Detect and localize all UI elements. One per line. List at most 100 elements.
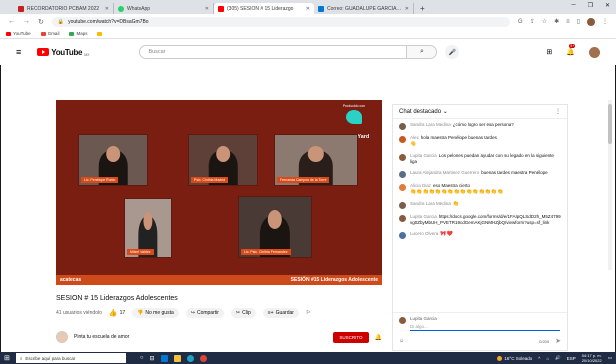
share-label: Compartir bbox=[196, 310, 219, 316]
share-button[interactable]: ↪ Compartir bbox=[185, 308, 224, 318]
chat-author: Laura Alejandra Martinez Guerrero bbox=[410, 170, 480, 175]
weather-text: 16°C Soleado bbox=[504, 355, 533, 361]
composer-author: Lupita Garcia bbox=[410, 316, 437, 321]
bookmark-drive[interactable] bbox=[97, 31, 103, 36]
chrome-icon[interactable] bbox=[199, 354, 207, 362]
weather-widget[interactable]: 16°C Soleado bbox=[497, 355, 533, 361]
more-options-icon[interactable]: ⋮ bbox=[555, 108, 561, 115]
tab-close-icon[interactable]: ✕ bbox=[405, 6, 409, 12]
windows-start-icon[interactable]: ⊞ bbox=[4, 354, 10, 362]
browser-tab-active[interactable]: (305) SESION # 15 Liderazgo ✕ bbox=[214, 3, 314, 14]
chat-avatar bbox=[399, 123, 406, 130]
whatsapp-favicon-icon bbox=[118, 5, 124, 12]
edge-icon[interactable] bbox=[186, 354, 194, 362]
tab-close-icon[interactable]: ✕ bbox=[105, 6, 109, 12]
taskbar-apps: ○ ⊟ bbox=[140, 354, 207, 362]
close-icon[interactable]: ✕ bbox=[605, 2, 610, 9]
restore-icon[interactable]: ❐ bbox=[588, 2, 593, 9]
search-input[interactable]: Buscar bbox=[139, 45, 408, 59]
tab-label: RECORDATORIO PCBAM 2022 bbox=[27, 5, 100, 12]
create-video-icon[interactable]: ⊞ bbox=[546, 48, 552, 56]
bookmark-maps[interactable]: Maps bbox=[69, 31, 87, 36]
bookmark-star-icon[interactable]: ☆ bbox=[542, 18, 547, 25]
task-view-icon[interactable]: ○ bbox=[140, 355, 144, 362]
taskbar-search-input[interactable]: ⌕ Escribe aquí para buscar bbox=[15, 353, 126, 363]
browser-tab[interactable]: Correo: GUADALUPE GARCIA CO ✕ bbox=[314, 3, 414, 14]
scissors-icon: ✂ bbox=[235, 310, 241, 316]
file-explorer-icon[interactable] bbox=[173, 354, 181, 362]
browser-menu-icon[interactable]: ⋮ bbox=[602, 18, 608, 25]
volume-icon[interactable]: 🔊 bbox=[555, 355, 561, 361]
notification-center-icon[interactable]: ▭ bbox=[608, 355, 612, 361]
browser-tab[interactable]: RECORDATORIO PCBAM 2022 ✕ bbox=[14, 3, 114, 14]
tab-label: Correo: GUADALUPE GARCIA CO bbox=[327, 5, 402, 12]
minimize-icon[interactable]: ─ bbox=[571, 2, 575, 9]
language-indicator[interactable]: ESP bbox=[567, 356, 576, 361]
channel-avatar[interactable] bbox=[56, 331, 68, 343]
tab-close-icon[interactable]: ✕ bbox=[205, 6, 209, 12]
network-icon[interactable]: ⌂ bbox=[546, 356, 549, 361]
chat-mode-label: Chat destacado bbox=[399, 109, 442, 115]
channel-name[interactable]: Pinta tu escuela de amor bbox=[74, 334, 129, 340]
browser-tab[interactable]: WhatsApp ✕ bbox=[114, 3, 214, 14]
chat-mode-dropdown[interactable]: Chat destacado ⌄ bbox=[399, 108, 448, 115]
browser-toolbar-icons: G ⇪ ☆ ✱ ≡ ▯ ⋮ bbox=[518, 17, 608, 26]
chat-message: Sandra Lara Medina 👏 bbox=[399, 201, 561, 209]
voice-search-button[interactable]: 🎤 bbox=[445, 45, 460, 59]
like-button[interactable]: 👍 17 bbox=[109, 309, 125, 317]
emoji-picker-icon[interactable]: ☺ bbox=[399, 338, 404, 344]
video-player[interactable]: Producido con StreamYard Lic. Penélope R… bbox=[56, 100, 382, 285]
back-icon[interactable]: ← bbox=[8, 18, 15, 25]
chat-author: Lupita Garcia bbox=[410, 153, 437, 158]
url-input[interactable]: 🔒 youtube.com/watch?v=DBsaGm7Bo bbox=[51, 16, 511, 27]
clip-label: Clip bbox=[242, 310, 251, 316]
google-lens-icon[interactable]: G bbox=[518, 19, 523, 25]
tab-close-icon[interactable]: ✕ bbox=[306, 6, 310, 12]
chat-emoji: 👋 bbox=[410, 141, 417, 147]
forward-icon[interactable]: → bbox=[23, 18, 30, 25]
search-icon: ⌕ bbox=[419, 48, 424, 55]
save-button[interactable]: ≡+ Guardar bbox=[262, 308, 299, 318]
clip-button[interactable]: ✂ Clip bbox=[230, 308, 256, 318]
subscribe-button[interactable]: SUSCRITO bbox=[333, 331, 369, 343]
clock[interactable]: 04:17 p. m. 20/10/2022 bbox=[582, 353, 602, 363]
maps-icon bbox=[69, 31, 75, 36]
menu-icon[interactable]: ≡ bbox=[16, 47, 21, 57]
chat-message: Sandra Lara Medina ¿cómo logro ser esa pe… bbox=[399, 122, 561, 130]
new-tab-button[interactable]: + bbox=[414, 3, 431, 14]
notifications-button[interactable]: 🔔 9+ bbox=[566, 44, 576, 56]
channel-bell-icon[interactable]: 🔔 bbox=[375, 334, 382, 341]
extensions-icon[interactable]: ✱ bbox=[554, 18, 559, 25]
report-flag-icon[interactable]: ⚐ bbox=[306, 310, 310, 316]
scrollbar-thumb[interactable] bbox=[608, 104, 612, 144]
share-arrow-icon: ↪ bbox=[190, 310, 195, 316]
tab-label: WhatsApp bbox=[127, 5, 151, 12]
chat-message: Laura Alejandra Martinez Guerrero buenas … bbox=[399, 170, 561, 178]
reading-list-icon[interactable]: ≡ bbox=[566, 19, 570, 25]
chat-composer: Lupita Garcia Di algo... ☺ 0/200 ➤ bbox=[393, 312, 567, 350]
chat-message-list: Sandra Lara Medina ¿cómo logro ser esa pe… bbox=[393, 119, 567, 315]
widgets-icon[interactable]: ⊟ bbox=[150, 355, 155, 362]
account-avatar[interactable] bbox=[589, 46, 600, 58]
chat-input[interactable]: Di algo... bbox=[410, 324, 560, 331]
chat-text: hola maestra Penélope buenas tardes bbox=[420, 135, 497, 140]
send-icon[interactable]: ➤ bbox=[555, 337, 561, 345]
tray-chevron-icon[interactable]: ^ bbox=[538, 356, 540, 361]
bookmark-youtube[interactable]: YouTube bbox=[6, 31, 31, 36]
participant-name: Psic. Cinthia Madrid bbox=[191, 177, 229, 183]
share-icon[interactable]: ⇪ bbox=[530, 18, 535, 25]
chat-avatar bbox=[399, 215, 406, 222]
dislike-button[interactable]: 👎 No me gusta bbox=[132, 308, 179, 318]
video-title: SESION # 15 Liderazgos Adolescentes bbox=[56, 295, 178, 302]
store-icon[interactable] bbox=[160, 354, 168, 362]
search-button[interactable]: ⌕ bbox=[407, 45, 438, 59]
banner-left-text: acatecas bbox=[60, 277, 82, 283]
bookmark-gmail[interactable]: Gmail bbox=[40, 31, 59, 36]
bookmarks-bar: YouTube Gmail Maps bbox=[0, 29, 616, 39]
gmail-icon bbox=[40, 31, 46, 36]
page-scrollbar[interactable] bbox=[608, 100, 612, 270]
reload-icon[interactable]: ↻ bbox=[38, 18, 44, 26]
youtube-logo[interactable]: YouTube MX bbox=[37, 47, 89, 57]
sidepanel-icon[interactable]: ▯ bbox=[577, 18, 580, 25]
profile-avatar[interactable] bbox=[587, 17, 595, 26]
